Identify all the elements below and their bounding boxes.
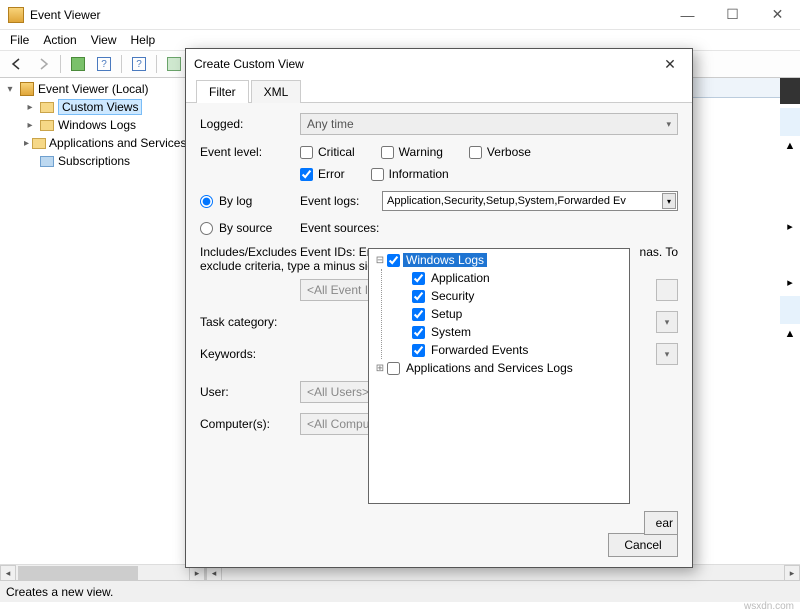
menu-help[interactable]: Help xyxy=(131,33,156,47)
tree-item-app-services-logs[interactable]: ▸ Applications and Services Logs xyxy=(20,134,205,152)
collapse-arrow-icon[interactable]: ▲ xyxy=(780,136,800,156)
properties-button[interactable]: ? xyxy=(93,53,115,75)
event-logs-value: Application,Security,Setup,System,Forwar… xyxy=(387,195,626,207)
event-logs-dropdown: ⊟ Windows Logs Application Security Setu… xyxy=(368,248,630,504)
task-category-label: Task category: xyxy=(200,315,300,329)
expand-icon[interactable]: ▸ xyxy=(24,138,29,149)
folder-icon xyxy=(32,135,46,151)
event-id-hint-right: nas. To xyxy=(640,245,678,259)
task-category-combo[interactable]: ▾ xyxy=(656,311,678,333)
event-id-hint2: exclude criteria, type a minus sign xyxy=(200,259,381,273)
popup-windows-logs[interactable]: ⊟ Windows Logs xyxy=(373,251,625,269)
scroll-left-button[interactable]: ◂ xyxy=(0,565,16,581)
user-label: User: xyxy=(200,385,300,399)
tree-item-windows-logs[interactable]: ▸ Windows Logs xyxy=(20,116,205,134)
subscriptions-icon xyxy=(39,153,55,169)
critical-checkbox[interactable]: Critical xyxy=(300,145,355,159)
menu-action[interactable]: Action xyxy=(43,33,76,47)
folder-icon xyxy=(39,99,55,115)
collapse-icon[interactable]: ▾ xyxy=(4,84,16,95)
scroll-right-button[interactable]: ▸ xyxy=(784,565,800,581)
expand-arrow-icon[interactable]: ▸ xyxy=(780,216,800,236)
maximize-button[interactable]: ☐ xyxy=(710,0,755,30)
tree-root[interactable]: ▾ Event Viewer (Local) xyxy=(0,80,205,98)
tree-item-label: Custom Views xyxy=(58,99,142,115)
eventviewer-icon xyxy=(19,81,35,97)
event-id-hint: Includes/Excludes Event IDs: Ente xyxy=(200,245,383,259)
back-button[interactable] xyxy=(6,53,28,75)
menu-view[interactable]: View xyxy=(91,33,117,47)
tree-item-label: Subscriptions xyxy=(58,154,130,168)
minimize-button[interactable]: — xyxy=(665,0,710,30)
popup-item-forwarded[interactable]: Forwarded Events xyxy=(412,341,625,359)
popup-app-services-logs[interactable]: ⊞ Applications and Services Logs xyxy=(373,359,625,377)
console-tree: ▾ Event Viewer (Local) ▸ Custom Views ▸ … xyxy=(0,78,206,580)
chevron-down-icon: ▾ xyxy=(666,119,671,130)
expand-arrow-icon[interactable]: ▸ xyxy=(780,272,800,292)
popup-item-security[interactable]: Security xyxy=(412,287,625,305)
show-hide-tree-button[interactable] xyxy=(67,53,89,75)
popup-item-setup[interactable]: Setup xyxy=(412,305,625,323)
refresh-button[interactable] xyxy=(163,53,185,75)
toolbar-separator xyxy=(60,55,61,73)
window-title: Event Viewer xyxy=(30,8,100,22)
computers-label: Computer(s): xyxy=(200,417,300,431)
statusbar: Creates a new view. xyxy=(0,580,800,602)
information-checkbox[interactable]: Information xyxy=(371,167,449,181)
warning-checkbox[interactable]: Warning xyxy=(381,145,443,159)
by-log-radio[interactable]: By log xyxy=(200,194,300,208)
keywords-combo[interactable]: ▾ xyxy=(656,343,678,365)
event-logs-combo[interactable]: Application,Security,Setup,System,Forwar… xyxy=(382,191,678,211)
collapse-arrow-icon[interactable]: ▲ xyxy=(780,324,800,344)
app-icon xyxy=(8,7,24,23)
keywords-label: Keywords: xyxy=(200,347,300,361)
toolbar-separator xyxy=(121,55,122,73)
event-sources-label: Event sources: xyxy=(300,221,382,235)
popup-item-application[interactable]: Application xyxy=(412,269,625,287)
collapse-icon[interactable]: ⊟ xyxy=(373,255,387,266)
verbose-checkbox[interactable]: Verbose xyxy=(469,145,531,159)
cancel-button[interactable]: Cancel xyxy=(608,533,678,557)
menubar: File Action View Help xyxy=(0,30,800,50)
event-logs-label: Event logs: xyxy=(300,194,382,208)
logged-label: Logged: xyxy=(200,117,300,131)
event-level-label: Event level: xyxy=(200,145,300,159)
popup-item-system[interactable]: System xyxy=(412,323,625,341)
watermark: wsxdn.com xyxy=(744,601,794,612)
windows-logs-checkbox[interactable] xyxy=(387,254,400,267)
status-text: Creates a new view. xyxy=(6,585,113,599)
tree-item-label: Applications and Services Logs xyxy=(49,136,205,150)
expand-icon[interactable]: ▸ xyxy=(24,120,36,131)
help-button[interactable]: ? xyxy=(128,53,150,75)
tab-xml[interactable]: XML xyxy=(251,80,302,103)
tree-hscrollbar[interactable]: ◂ ▸ xyxy=(0,564,205,580)
clear-button[interactable]: ear xyxy=(644,511,678,535)
scroll-thumb[interactable] xyxy=(18,566,138,580)
chevron-down-icon: ▾ xyxy=(662,193,676,209)
tree-root-label: Event Viewer (Local) xyxy=(38,82,149,96)
dialog-title: Create Custom View xyxy=(194,57,656,71)
error-checkbox[interactable]: Error xyxy=(300,167,345,181)
logged-value: Any time xyxy=(307,117,354,131)
toolbar-separator xyxy=(156,55,157,73)
asl-checkbox[interactable] xyxy=(387,362,400,375)
logged-combo[interactable]: Any time ▾ xyxy=(300,113,678,135)
titlebar: Event Viewer — ☐ ✕ xyxy=(0,0,800,30)
dialog-close-button[interactable]: ✕ xyxy=(656,53,684,75)
create-custom-view-dialog: Create Custom View ✕ Filter XML Logged: … xyxy=(185,48,693,568)
tree-item-label: Windows Logs xyxy=(58,118,136,132)
menu-file[interactable]: File xyxy=(10,33,29,47)
expand-icon[interactable]: ⊞ xyxy=(373,363,387,374)
by-source-radio[interactable]: By source xyxy=(200,221,300,235)
tree-item-subscriptions[interactable]: Subscriptions xyxy=(20,152,205,170)
tree-item-custom-views[interactable]: ▸ Custom Views xyxy=(20,98,205,116)
expand-icon[interactable]: ▸ xyxy=(24,102,36,113)
forward-button[interactable] xyxy=(32,53,54,75)
actions-pane: ▲ ▸ ▸ ▲ xyxy=(780,78,800,518)
close-button[interactable]: ✕ xyxy=(755,0,800,30)
folder-icon xyxy=(39,117,55,133)
tab-filter[interactable]: Filter xyxy=(196,80,249,103)
